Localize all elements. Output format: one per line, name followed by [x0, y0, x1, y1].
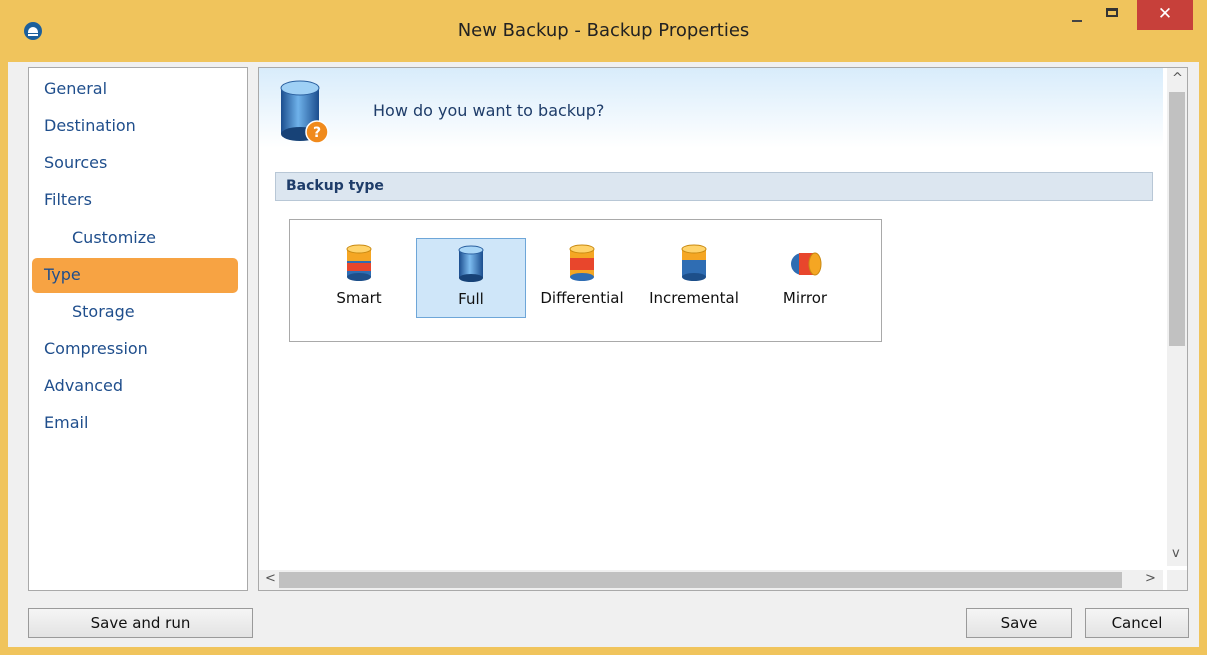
scroll-down-icon[interactable]: v: [1172, 546, 1180, 561]
nav-item-general[interactable]: General: [32, 72, 238, 107]
differential-backup-icon: [569, 244, 595, 281]
save-and-run-button[interactable]: Save and run: [28, 608, 253, 638]
smart-backup-icon: [346, 244, 372, 281]
incremental-backup-icon: [681, 244, 707, 281]
type-label-mirror: Mirror: [782, 289, 828, 307]
backup-type-selector: Smart Full Differential Incremental Mirr…: [289, 219, 882, 342]
type-label-smart: Smart: [336, 289, 382, 307]
title-bar: New Backup - Backup Properties ✕: [0, 0, 1207, 62]
type-option-mirror[interactable]: Mirror: [750, 238, 860, 318]
type-label-full: Full: [458, 290, 484, 308]
scroll-up-icon[interactable]: ^: [1172, 71, 1183, 86]
backup-properties-window: New Backup - Backup Properties ✕ General…: [0, 0, 1207, 655]
scroll-right-icon[interactable]: >: [1145, 571, 1156, 586]
nav-item-email[interactable]: Email: [32, 406, 238, 441]
save-button[interactable]: Save: [966, 608, 1072, 638]
type-option-smart[interactable]: Smart: [304, 238, 414, 318]
cancel-button[interactable]: Cancel: [1085, 608, 1189, 638]
scroll-left-icon[interactable]: <: [265, 571, 276, 586]
horizontal-scroll-thumb[interactable]: [279, 572, 1122, 588]
scrollbar-corner: [1167, 570, 1187, 590]
properties-nav: General Destination Sources Filters Cust…: [28, 67, 248, 591]
vertical-scroll-thumb[interactable]: [1169, 92, 1185, 346]
nav-item-compression[interactable]: Compression: [32, 332, 238, 367]
nav-item-filters[interactable]: Filters: [32, 183, 238, 218]
page-question: How do you want to backup?: [373, 101, 605, 120]
nav-item-sources[interactable]: Sources: [32, 146, 238, 181]
mirror-backup-icon: [791, 252, 822, 276]
nav-item-customize[interactable]: Customize: [32, 221, 238, 256]
nav-item-type[interactable]: Type: [32, 258, 238, 293]
type-label-incremental: Incremental: [649, 289, 739, 307]
window-title: New Backup - Backup Properties: [457, 20, 750, 41]
type-option-full[interactable]: Full: [416, 238, 526, 318]
full-backup-icon: [458, 245, 484, 282]
nav-item-advanced[interactable]: Advanced: [32, 369, 238, 404]
type-option-differential[interactable]: Differential: [527, 238, 637, 318]
nav-item-storage[interactable]: Storage: [32, 295, 238, 330]
horizontal-scrollbar[interactable]: < >: [259, 570, 1163, 590]
minimize-icon: [1072, 20, 1082, 22]
type-label-differential: Differential: [540, 289, 624, 307]
nav-item-destination[interactable]: Destination: [32, 109, 238, 144]
svg-text:?: ?: [313, 125, 321, 141]
section-title: Backup type: [286, 178, 384, 194]
backup-question-icon: ?: [280, 80, 329, 144]
page-header: ? How do you want to backup?: [259, 68, 1163, 148]
maximize-icon: [1106, 8, 1118, 17]
close-icon: ✕: [1157, 4, 1173, 24]
backup-type-section-header: Backup type: [275, 172, 1153, 201]
type-option-incremental[interactable]: Incremental: [639, 238, 749, 318]
type-page: ? How do you want to backup? Backup type: [258, 67, 1188, 591]
maximize-button[interactable]: [1090, 0, 1136, 30]
vertical-scrollbar[interactable]: ^ v: [1167, 68, 1187, 566]
dialog-client-area: General Destination Sources Filters Cust…: [8, 62, 1199, 647]
close-button[interactable]: ✕: [1137, 0, 1193, 30]
